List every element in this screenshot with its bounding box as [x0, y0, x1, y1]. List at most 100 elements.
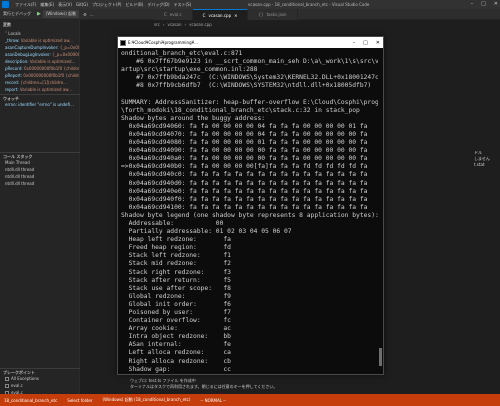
json-file-icon: {} [258, 12, 264, 17]
callstack-item[interactable]: ntdll.dll thread [0, 180, 80, 187]
console-line: onditional_branch_etc\eval.c:871 [121, 50, 243, 57]
variable-value: 0x00000000f0b1f0 {childre... [23, 66, 79, 71]
menu-item[interactable]: プロジェクト(P) [92, 2, 122, 8]
console-line: Poisoned by user: f7 [121, 309, 231, 316]
console-line: 0x04a69cd94090: fa fa 00 00 00 00 00 fa … [121, 147, 368, 155]
variable-row[interactable]: asanDebugLogInvoker: {_p=0x00000... [0, 51, 79, 58]
callstack-item[interactable]: ntdll.dll thread [0, 166, 80, 173]
console-line: 0x04a69cd940c0: fa fa fa fa fa fa fa fa … [121, 171, 368, 179]
variable-value: Variable is optimized aw... [19, 87, 72, 92]
console-title: E:¥Cloud¥Cosphi¥programming¥... [128, 40, 198, 45]
variables-header[interactable]: 変数 [0, 20, 79, 30]
console-line: Stack after return: f5 [121, 276, 231, 284]
close-icon[interactable]: ✕ [376, 40, 380, 46]
start-debugging-icon[interactable]: ▶ [37, 11, 41, 17]
variable-row[interactable]: pReport: 0x000000000f0b1f0 {childre... [0, 72, 79, 79]
variable-row[interactable]: _throw: Variable is optimized aw... [0, 37, 79, 44]
callstack-item[interactable]: Main Thread [0, 159, 80, 166]
scrollbar-thumb[interactable] [379, 348, 382, 366]
variable-name: _throw: [5, 38, 21, 43]
variables-list: _throw: Variable is optimized aw... asanC… [0, 37, 79, 93]
console-titlebar[interactable]: E:¥Cloud¥Cosphi¥programming¥... – □ ✕ [118, 37, 383, 48]
window-controls: – □ ✕ [471, 1, 498, 7]
console-output[interactable]: onditional_branch_etc\eval.c:871 #6 0x7f… [118, 48, 383, 374]
menu-item[interactable]: ビルド(B) [125, 2, 143, 8]
close-icon[interactable]: ✕ [494, 1, 498, 7]
variable-name: description: [5, 59, 30, 64]
variable-row[interactable]: report: Variable is optimized aw... [0, 86, 79, 93]
tab-eval-c[interactable]: Ceval.c [154, 9, 193, 20]
console-line: \forth_modoki\18_conditional_branch_etc\… [121, 106, 360, 114]
variable-name: report: [5, 87, 20, 92]
console-line: Global redzone: f9 [121, 292, 231, 300]
gear-icon[interactable]: ⚙ [83, 12, 87, 17]
breakpoint-item[interactable]: eval.c [0, 382, 80, 389]
callstack-item[interactable]: ntdll.dll thread [0, 173, 80, 180]
console-line: Shadow gap: cc [121, 365, 231, 373]
console-line: ASan internal: fe [121, 341, 231, 349]
variable-row[interactable]: pRecord: 0x00000000f0b1f0 {childre... [0, 65, 79, 72]
launch-config-select[interactable]: (Windows) 起動 [42, 10, 80, 18]
variable-value: 0x000000000f0b1f0 {childre... [23, 73, 79, 78]
console-line: 0x04a69cd94080: fa fa 00 00 00 00 01 fa … [121, 139, 368, 147]
tab-tasks-json[interactable]: {} tasks.json [248, 9, 298, 20]
variable-name: pReport: [5, 73, 24, 78]
status-folder[interactable]: 18_conditional_branch_etc [4, 398, 57, 403]
locals-group[interactable]: ˅ Locals [0, 30, 79, 37]
console-line: 0x04a69cd94060: fa fa 00 00 00 00 04 fa … [121, 122, 368, 130]
checkbox[interactable] [5, 383, 9, 388]
variable-value: {children=[1](childre... [20, 80, 67, 85]
console-line: 0x04a69cd940e0: fa fa fa fa fa fa fa fa … [121, 187, 368, 195]
console-line: 0x04a69cd940d0: fa fa fa fa fa fa fa fa … [121, 179, 368, 187]
menu-item[interactable]: テスト(S) [174, 2, 192, 8]
console-line: 0x04a69cd94070: fa fa 00 00 00 00 04 fa … [121, 130, 368, 138]
console-line: =>0x04a69cd940b0: fa fa 00 00 00 00[fa]f… [121, 163, 368, 171]
close-tab-icon[interactable]: ✕ [234, 13, 237, 18]
console-line: artup\src\startup\exe_common.inl:288 [121, 66, 258, 74]
menu-item[interactable]: ファイル(F) [15, 2, 36, 8]
more-icon[interactable]: … [90, 12, 94, 17]
menu-item[interactable]: Git(G) [76, 2, 88, 8]
console-window[interactable]: E:¥Cloud¥Cosphi¥programming¥... – □ ✕ on… [117, 36, 384, 375]
window-title: vcasan.cpp - 18_conditional_branch_etc -… [248, 2, 370, 7]
tab-vcasan-cpp[interactable]: Cvcasan.cpp ✕ [192, 9, 249, 20]
status-debug-config[interactable]: (Windows) 起動 (18_conditional_branch_etc) [103, 397, 191, 403]
variable-name: record: [5, 80, 21, 85]
console-line: Container overflow: fc [121, 317, 231, 325]
minimize-icon[interactable]: – [471, 1, 474, 7]
watch-item[interactable]: errno: identifier "errno" is undefi... [0, 101, 80, 108]
breakpoints-header[interactable]: ブレークポイント [0, 368, 80, 375]
maximize-icon[interactable]: □ [481, 1, 486, 7]
console-line: Stack right redzone: f3 [121, 268, 231, 276]
watch-header[interactable]: ウォッチ [0, 94, 80, 101]
console-line: Global init order: f6 [121, 300, 231, 308]
variable-row[interactable]: record: {children=[1](childre... [0, 79, 79, 86]
menu-item[interactable]: デバッグ(D) [147, 2, 169, 8]
variable-row[interactable]: description: Variable is optimized... [0, 58, 79, 65]
callstack-header[interactable]: コール スタック [0, 152, 80, 159]
menu-bar: ファイル(F) 編集(E) 表示(V) Git(G) プロジェクト(P) ビルド(B) デバ… [15, 2, 191, 8]
console-scrollbar[interactable] [378, 48, 383, 374]
breadcrumb: src › vcasan › vcasan.cpp [154, 22, 212, 27]
breadcrumb-item[interactable]: vcasan.cpp [189, 22, 212, 27]
minimize-icon[interactable]: – [353, 40, 356, 46]
maximize-icon[interactable]: □ [363, 40, 368, 46]
breakpoint-item[interactable]: All Exceptions [0, 375, 80, 382]
callstack-section: コール スタック Main Thread ntdll.dll thread nt… [0, 152, 80, 187]
console-line: 0x04a69cd940f0: fa fa fa fa fa fa fa fa … [121, 195, 368, 203]
breakpoints-section: ブレークポイント All Exceptions eval.c eval.c [0, 368, 80, 396]
menu-item[interactable]: 表示(V) [58, 2, 72, 8]
breadcrumb-item[interactable]: src [154, 22, 160, 27]
editor-peek-text: ドル しません t.stat [474, 150, 490, 167]
status-select-folder[interactable]: Select folder [67, 398, 92, 403]
console-line: Addressable: 00 [121, 219, 224, 227]
menu-item[interactable]: 編集(E) [40, 2, 54, 8]
variable-row[interactable]: asanCaptureDumpInvoker: {_p=0x00000... [0, 44, 79, 51]
checkbox[interactable] [5, 376, 9, 381]
terminal-output: ウェブロ: test.ts ファイル を作成中 ターミナルはタスクで再利用されま… [130, 378, 278, 389]
watch-section: ウォッチ errno: identifier "errno" is undefi… [0, 94, 80, 108]
variable-name: asanCaptureDumpInvoker: [5, 45, 60, 50]
run-and-debug-label: 実行とデバッグ [3, 11, 31, 16]
breadcrumb-item[interactable]: vcasan [167, 22, 181, 27]
